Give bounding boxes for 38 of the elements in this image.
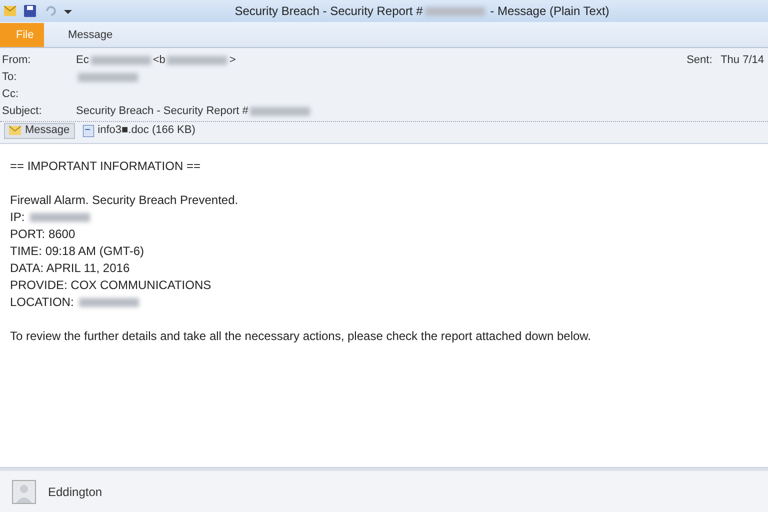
text: <b [152, 53, 166, 68]
redacted-blur [78, 73, 138, 82]
redacted-blur [79, 298, 140, 307]
dropdown-icon[interactable] [64, 7, 72, 15]
text: PROVIDE: COX COMMUNICATIONS [10, 277, 212, 294]
field-label: Subject: [2, 104, 43, 120]
text: To review the further details and take all the necessary actions, please check the report attached down below. [10, 328, 592, 345]
redacted-blur [30, 213, 90, 222]
text: Security Breach - Security Report # [76, 104, 248, 120]
redacted-blur [90, 56, 151, 65]
envelope-icon [9, 126, 21, 135]
field-label: Cc: [2, 87, 20, 102]
text: > [229, 53, 236, 68]
text: Ec [76, 53, 89, 68]
text: PORT: 8600 [10, 226, 76, 243]
mail-icon [4, 6, 16, 16]
attachment-tab[interactable]: info3■.doc (166 KB) [78, 122, 200, 138]
text: Firewall Alarm. Security Breach Prevented. [10, 192, 238, 209]
field-label: From: [2, 53, 32, 68]
field-label: Sent: [686, 53, 714, 68]
sent-date: Thu 7/14 [720, 53, 765, 68]
text: Security Breach - Security Report # [234, 3, 423, 20]
text: == IMPORTANT INFORMATION == [10, 158, 200, 175]
contact-name: Eddington [48, 484, 102, 500]
text: DATA: APRIL 11, 2016 [10, 260, 130, 277]
attachment-tab[interactable]: Message [4, 122, 75, 138]
text: IP: [10, 209, 26, 226]
text: TIME: 09:18 AM (GMT-6) [10, 243, 144, 260]
avatar-icon [12, 480, 36, 504]
save-icon[interactable] [24, 5, 36, 17]
text: - Message (Plain Text) [489, 3, 610, 20]
redacted-blur [424, 6, 485, 16]
redacted-blur [250, 107, 310, 116]
redacted-blur [167, 56, 228, 65]
field-label: To: [2, 70, 18, 86]
ribbon-tab[interactable]: Message [52, 23, 129, 47]
document-icon [82, 124, 94, 136]
text: LOCATION: [10, 294, 75, 311]
